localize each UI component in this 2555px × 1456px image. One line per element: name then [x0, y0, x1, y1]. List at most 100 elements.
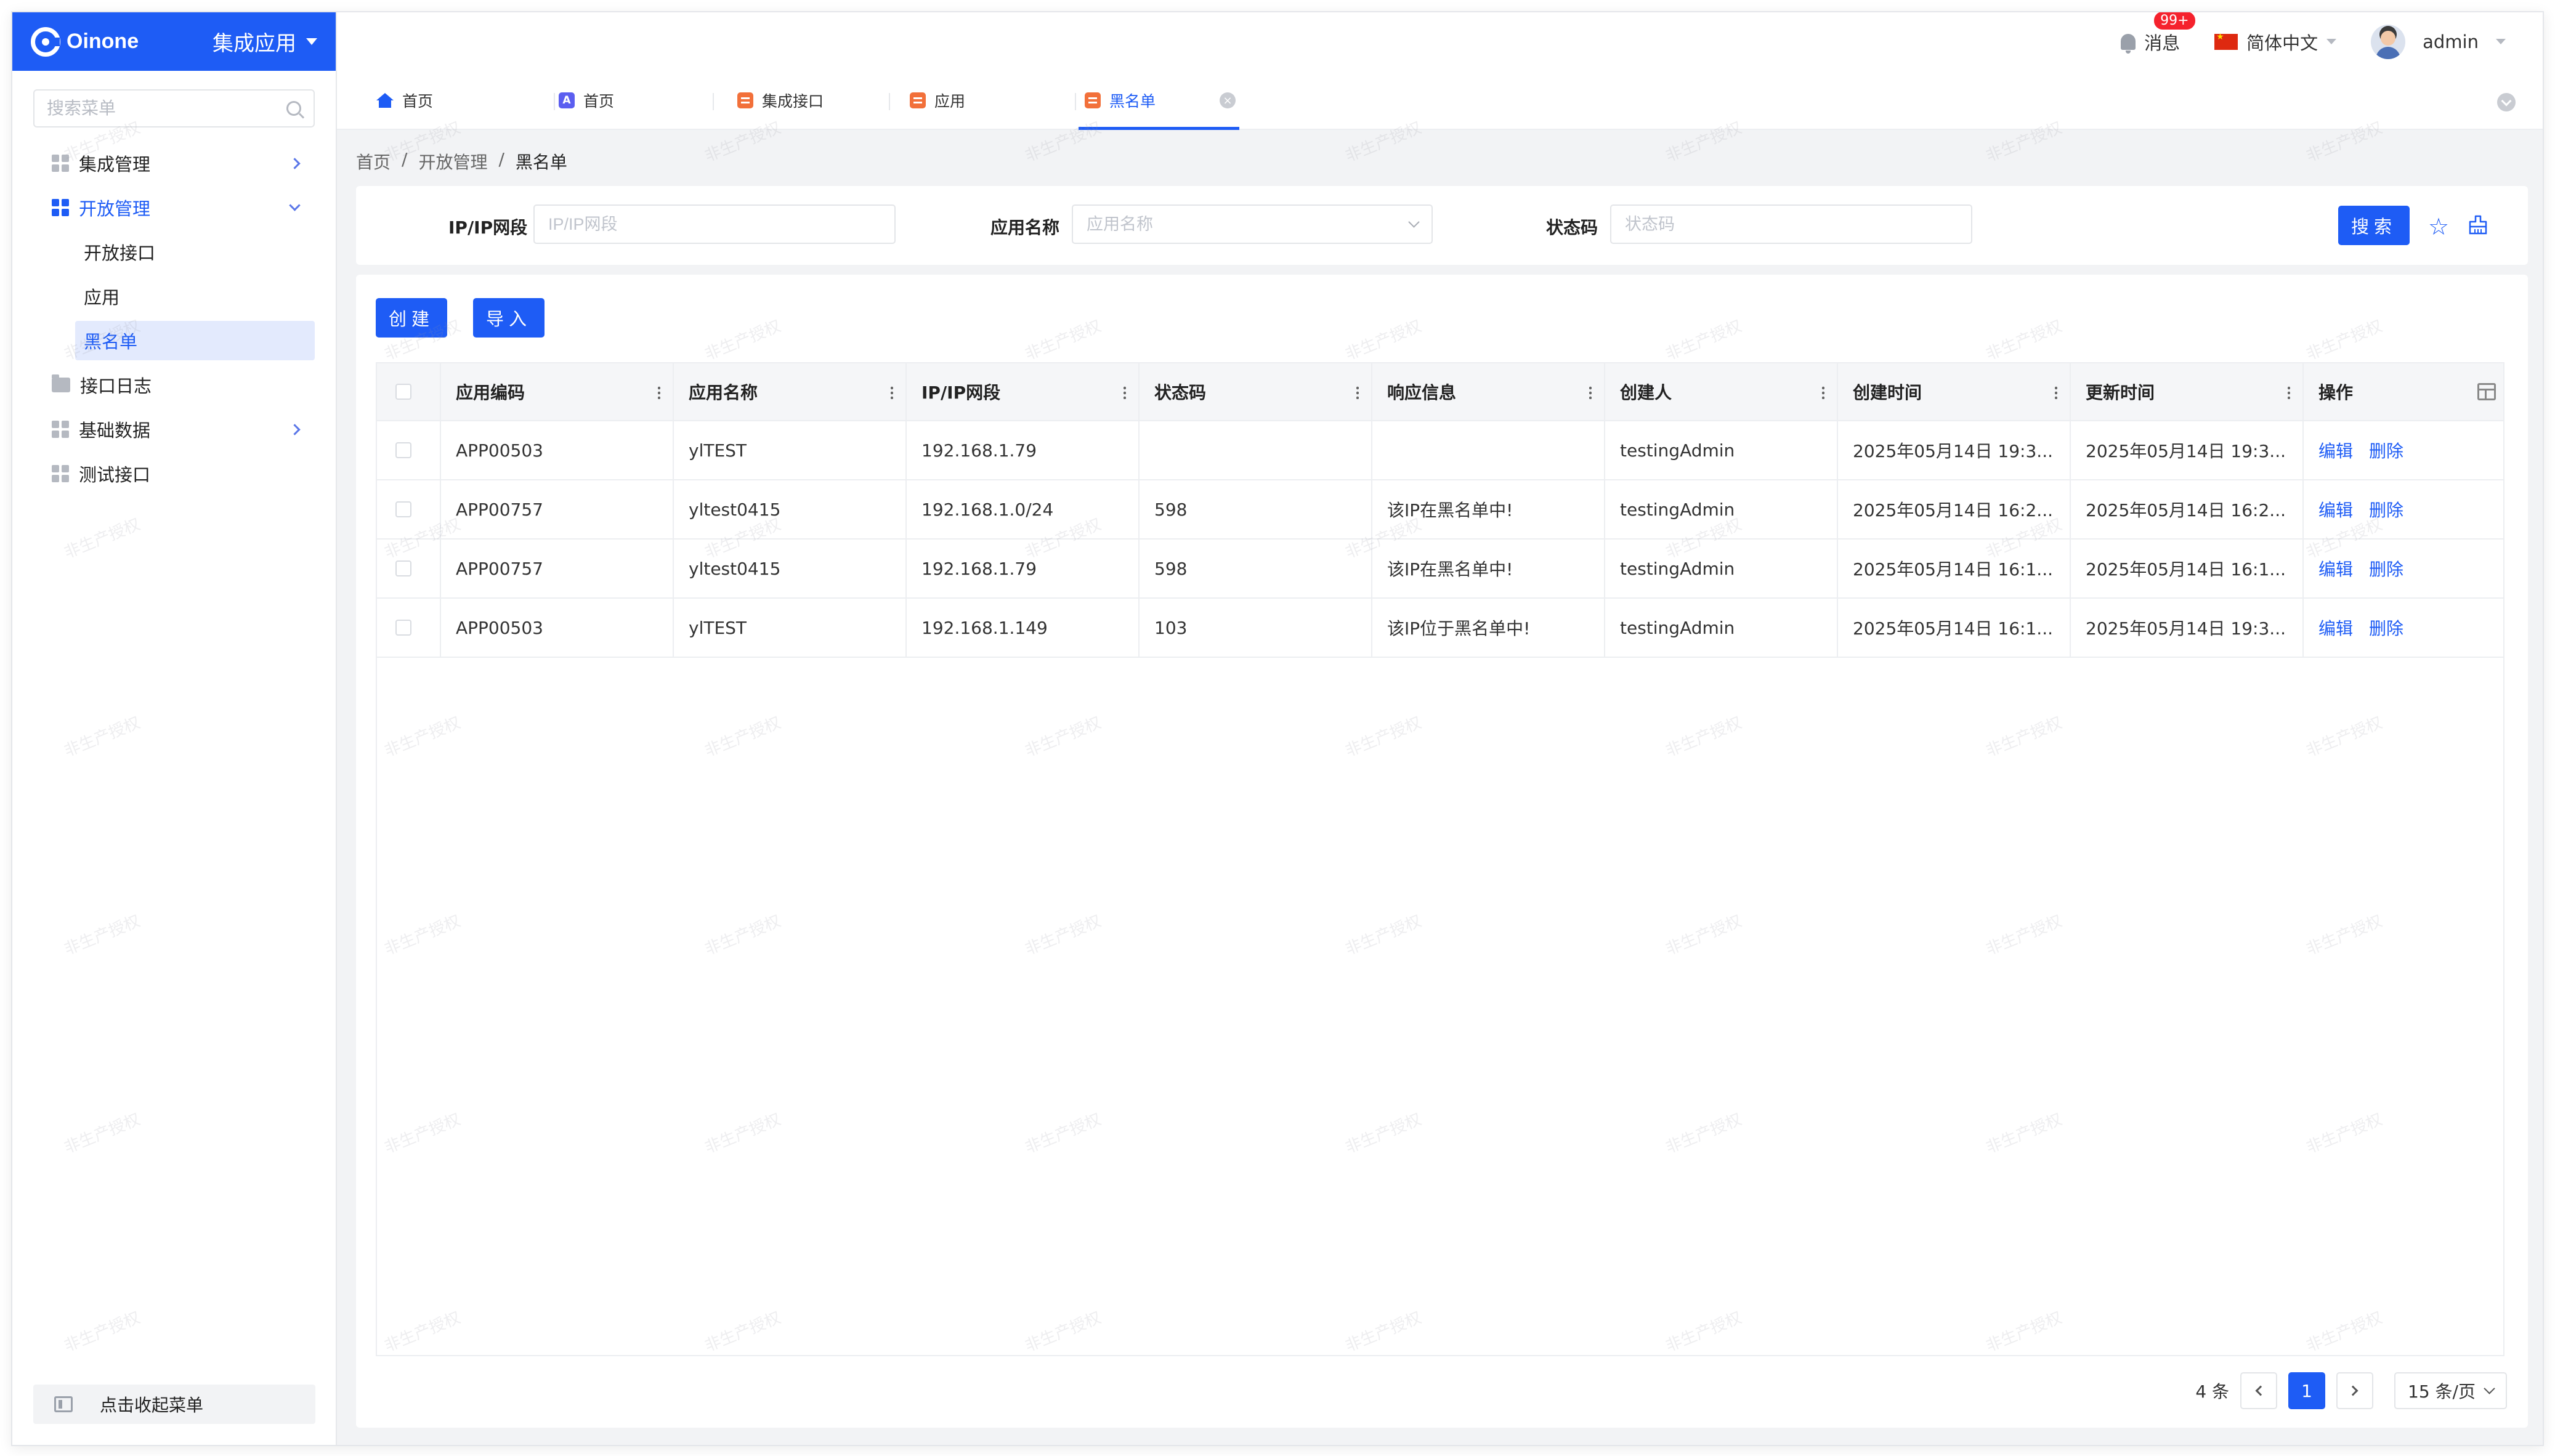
- star-icon[interactable]: ☆: [2428, 213, 2449, 240]
- tab-home-app[interactable]: A 首页: [559, 71, 715, 130]
- status-code-field[interactable]: [1610, 204, 1972, 244]
- brand-name: Oinone: [67, 30, 139, 53]
- table-header: 应用编码 应用名称 IP/IP网段 状态码 响应信息 创建人 创建时间 更新时间…: [377, 363, 2503, 421]
- column-menu-icon[interactable]: [1822, 386, 1824, 399]
- page-button-current[interactable]: 1: [2288, 1372, 2326, 1409]
- app-switcher[interactable]: 集成应用: [213, 26, 317, 57]
- col-app-name: 应用名称: [674, 363, 907, 420]
- column-menu-icon[interactable]: [1356, 386, 1359, 399]
- status-code-input[interactable]: [1625, 214, 1958, 234]
- prev-page-button[interactable]: [2240, 1372, 2278, 1409]
- ip-input[interactable]: [548, 214, 881, 234]
- table-cell: 2025年05月14日 16:1...: [2071, 540, 2304, 597]
- menu-item-test-api[interactable]: 测试接口: [12, 451, 336, 496]
- collapse-menu-button[interactable]: 点击收起菜单: [33, 1385, 315, 1424]
- col-response: 响应信息: [1372, 363, 1605, 420]
- menu-item-label: 基础数据: [79, 420, 151, 441]
- menu-item-open[interactable]: 开放管理: [12, 185, 336, 230]
- tab-bar: 首页 A 首页 集成接口 应用 黑名单 ×: [337, 71, 2543, 130]
- menu-item-label: 接口日志: [80, 376, 152, 397]
- bell-icon: [2121, 33, 2136, 54]
- next-page-button[interactable]: [2336, 1372, 2374, 1409]
- column-menu-icon[interactable]: [891, 386, 893, 399]
- tab-home[interactable]: 首页: [376, 71, 556, 130]
- table-cell: APP00757: [441, 540, 674, 597]
- chevron-right-icon: [289, 423, 301, 435]
- table-cell: 2025年05月14日 16:1...: [1838, 599, 2071, 657]
- edit-link[interactable]: 编辑: [2318, 556, 2353, 581]
- column-menu-icon[interactable]: [2055, 386, 2057, 399]
- table-cell: 192.168.1.149: [907, 599, 1140, 657]
- menu-item-label: 集成管理: [79, 154, 151, 175]
- table-cell: 2025年05月14日 19:3...: [2071, 599, 2304, 657]
- edit-link[interactable]: 编辑: [2318, 438, 2353, 463]
- ip-field[interactable]: [533, 204, 896, 244]
- row-actions-cell: 编辑 删除: [2304, 540, 2506, 597]
- submenu-blacklist[interactable]: 黑名单: [75, 321, 315, 360]
- row-checkbox[interactable]: [395, 442, 411, 458]
- table-cell: 192.168.1.79: [907, 421, 1140, 479]
- table-row: APP00757 yltest0415 192.168.1.0/24 598 该IP在黑…: [377, 480, 2503, 540]
- filter-panel: IP/IP网段 应用名称 状态码 搜索 ☆: [356, 186, 2528, 265]
- menu-item-integration[interactable]: 集成管理: [12, 141, 336, 185]
- page-size-select[interactable]: 15 条/页: [2394, 1372, 2507, 1409]
- delete-link[interactable]: 删除: [2369, 497, 2403, 522]
- blacklist-table: 应用编码 应用名称 IP/IP网段 状态码 响应信息 创建人 创建时间 更新时间…: [376, 362, 2504, 1356]
- total-count: 4 条: [2195, 1381, 2230, 1402]
- row-checkbox[interactable]: [395, 620, 411, 636]
- language-selector[interactable]: 简体中文: [2214, 29, 2337, 55]
- table-cell: 192.168.1.79: [907, 540, 1140, 597]
- table-cell: yltest0415: [674, 480, 907, 538]
- row-actions-cell: 编辑 删除: [2304, 421, 2506, 479]
- tab-app[interactable]: 应用: [910, 71, 1077, 130]
- breadcrumb-home[interactable]: 首页: [356, 149, 391, 174]
- delete-link[interactable]: 删除: [2369, 556, 2403, 581]
- table-cell: 2025年05月14日 19:3...: [2071, 421, 2304, 479]
- tab-blacklist[interactable]: 黑名单 ×: [1078, 71, 1240, 130]
- table-cell: testingAdmin: [1605, 599, 1838, 657]
- table-cell: [1372, 421, 1605, 479]
- clear-filters-icon[interactable]: [2469, 214, 2487, 235]
- row-checkbox[interactable]: [395, 501, 411, 517]
- tab-dropdown-icon[interactable]: [2497, 93, 2516, 111]
- select-all-checkbox[interactable]: [395, 384, 411, 400]
- submenu-app[interactable]: 应用: [12, 274, 315, 318]
- edit-link[interactable]: 编辑: [2318, 497, 2353, 522]
- menu-search-input[interactable]: [47, 99, 286, 118]
- row-checkbox[interactable]: [395, 560, 411, 576]
- edit-link[interactable]: 编辑: [2318, 615, 2353, 640]
- breadcrumb-open[interactable]: 开放管理: [418, 149, 487, 174]
- menu-search[interactable]: [33, 89, 315, 127]
- row-actions-cell: 编辑 删除: [2304, 480, 2506, 538]
- language-label: 简体中文: [2246, 32, 2318, 54]
- delete-link[interactable]: 删除: [2369, 438, 2403, 463]
- close-icon[interactable]: ×: [1220, 92, 1236, 108]
- app-window: Oinone 集成应用 集成管理 开放管理 开放接口 应用 黑名单 接口日志: [11, 11, 2544, 1446]
- column-menu-icon[interactable]: [1124, 386, 1126, 399]
- row-select-cell: [377, 540, 441, 597]
- col-actions: 操作: [2304, 363, 2506, 420]
- tab-label: 集成接口: [762, 92, 824, 110]
- messages-label: 消息: [2144, 32, 2180, 54]
- import-button[interactable]: 导入: [473, 298, 545, 338]
- tab-label: 首页: [402, 92, 434, 110]
- menu-item-api-log[interactable]: 接口日志: [12, 363, 336, 407]
- module-icon: [1085, 92, 1101, 108]
- caret-down-icon: [306, 38, 317, 45]
- tab-integration-api[interactable]: 集成接口: [737, 71, 891, 130]
- messages-button[interactable]: 消息 99+: [2121, 12, 2197, 55]
- user-menu[interactable]: admin: [2371, 24, 2506, 59]
- row-select-cell: [377, 421, 441, 479]
- column-menu-icon[interactable]: [658, 386, 660, 399]
- app-name-input[interactable]: [1087, 214, 1411, 234]
- create-button[interactable]: 创建: [376, 298, 447, 338]
- breadcrumb: 首页 / 开放管理 / 黑名单: [356, 149, 567, 174]
- submenu-open-api[interactable]: 开放接口: [12, 230, 315, 274]
- column-menu-icon[interactable]: [2288, 386, 2290, 399]
- app-name-select[interactable]: [1072, 204, 1433, 244]
- delete-link[interactable]: 删除: [2369, 615, 2403, 640]
- column-menu-icon[interactable]: [1589, 386, 1592, 399]
- column-settings-icon[interactable]: [2477, 383, 2496, 400]
- menu-item-base-data[interactable]: 基础数据: [12, 407, 336, 451]
- search-button[interactable]: 搜索: [2338, 206, 2410, 245]
